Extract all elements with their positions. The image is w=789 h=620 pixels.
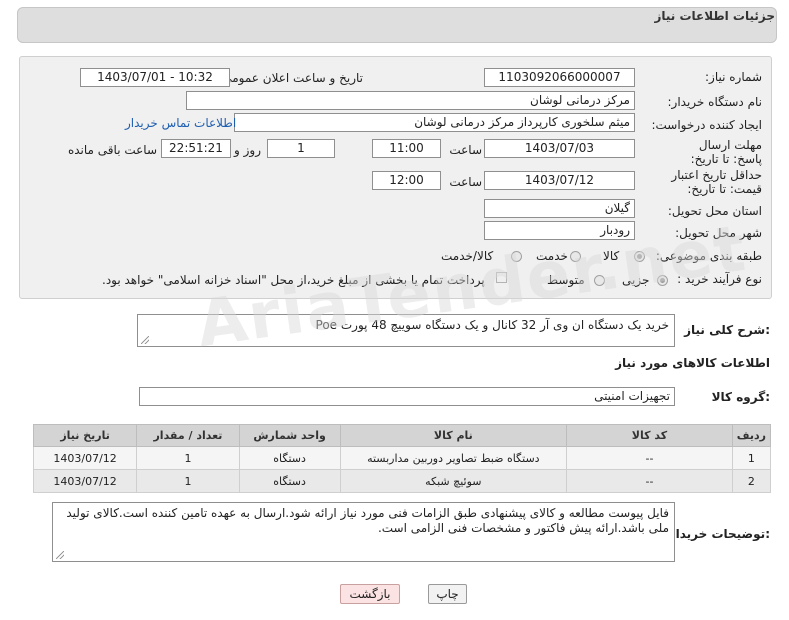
col-unit: واحد شمارش [238,424,341,447]
goods-group-field[interactable]: تجهیزات امنیتی [139,387,675,406]
back-button[interactable]: بازگشت [340,584,400,604]
process-medium-radio[interactable] [594,275,605,286]
cell-unit: دستگاه [238,469,341,493]
summary-textarea[interactable]: خرید یک دستگاه ان وی آر 32 کانال و یک دس… [137,314,675,347]
goods-group-label: گروه کالا: [711,390,770,404]
col-row-number: ردیف [731,424,772,447]
col-quantity: تعداد / مقدار [136,424,240,447]
remaining-time-label: ساعت باقی مانده [67,143,157,157]
validity-time-field[interactable]: 12:00 [372,171,441,190]
need-number-label: شماره نیاز: [705,70,762,84]
summary-text: خرید یک دستگاه ان وی آر 32 کانال و یک دس… [315,318,669,332]
resize-grip-icon[interactable] [56,551,64,559]
creator-field[interactable]: میثم سلخوری کارپرداز مرکز درمانی لوشان [234,113,635,132]
buyer-contact-link[interactable]: اطلاعات تماس خریدار [125,116,236,130]
treasury-payment-note: پرداخت تمام یا بخشی از مبلغ خرید،از محل … [102,273,485,287]
process-minor-radio[interactable] [657,275,668,286]
price-validity-label: حداقل تاریخ اعتبار قیمت: تا تاریخ: [671,168,762,196]
deadline-label: مهلت ارسال پاسخ: تا تاریخ: [690,138,762,166]
cell-item-code: -- [566,446,733,470]
category-service-radio[interactable] [570,251,581,262]
goods-table-header: تاریخ نیاز تعداد / مقدار واحد شمارش نام … [32,424,772,447]
category-service-label: خدمت [536,249,568,263]
announce-datetime-field[interactable]: 1403/07/01 - 10:32 [80,68,230,87]
buyer-notes-label: توضیحات خریدار: [668,527,770,541]
province-field[interactable]: گیلان [484,199,635,218]
validity-time-label: ساعت [449,175,482,189]
print-button[interactable]: چاپ [428,584,467,604]
col-need-date: تاریخ نیاز [32,424,138,447]
summary-label: شرح کلی نیاز: [684,323,770,337]
category-label: طبقه بندی موضوعی: [655,249,762,263]
deadline-time-label: ساعت [449,143,482,157]
buyer-notes-text: فایل پیوست مطالعه و کالای پیشنهادی طبق ا… [66,506,669,535]
col-item-name: نام کالا [339,424,568,447]
process-minor-label: جزیی [622,273,650,287]
cell-need-date: 1403/07/12 [32,446,138,470]
cell-quantity: 1 [136,469,240,493]
process-type-label: نوع فرآیند خرید : [677,272,762,286]
cell-need-date: 1403/07/12 [32,469,138,493]
deadline-date-field[interactable]: 1403/07/03 [484,139,635,158]
buyer-org-label: نام دستگاه خریدار: [667,95,763,109]
cell-item-code: -- [566,469,733,493]
cell-row-number: 2 [731,469,772,493]
cell-quantity: 1 [136,446,240,470]
days-remaining-field[interactable]: 1 [267,139,335,158]
remaining-time-field[interactable]: 22:51:21 [161,139,231,158]
process-medium-label: متوسط [547,273,585,287]
creator-label: ایجاد کننده درخواست: [651,118,762,132]
deadline-time-field[interactable]: 11:00 [372,139,441,158]
city-field[interactable]: رودبار [484,221,635,240]
table-row[interactable]: 1403/07/12 1 دستگاه دستگاه ضبط تصاویر دو… [32,446,772,470]
cell-unit: دستگاه [238,446,341,470]
resize-grip-icon[interactable] [141,336,149,344]
category-goods-radio[interactable] [634,251,645,262]
need-number-field[interactable]: 1103092066000007 [484,68,635,87]
validity-date-field[interactable]: 1403/07/12 [484,171,635,190]
buyer-notes-textarea[interactable]: فایل پیوست مطالعه و کالای پیشنهادی طبق ا… [52,502,675,562]
city-label: شهر محل تحویل: [675,226,762,240]
goods-table: تاریخ نیاز تعداد / مقدار واحد شمارش نام … [32,424,772,493]
days-label: روز و [234,143,261,157]
category-goods-service-label: کالا/خدمت [441,249,494,263]
cell-item-name: سوئیچ شبکه [339,469,568,493]
category-goods-label: کالا [603,249,620,263]
announce-label: تاریخ و ساعت اعلان عمومی: [218,71,363,85]
category-goods-service-radio[interactable] [511,251,522,262]
col-item-code: کد کالا [566,424,733,447]
page-title: جزئیات اطلاعات نیاز [654,9,775,23]
buyer-org-field[interactable]: مرکز درمانی لوشان [186,91,635,110]
province-label: استان محل تحویل: [667,204,762,218]
goods-section-title: اطلاعات کالاهای مورد نیاز [615,356,770,370]
cell-item-name: دستگاه ضبط تصاویر دوربین مداربسته [339,446,568,470]
table-row[interactable]: 1403/07/12 1 دستگاه سوئیچ شبکه -- 2 [32,469,772,493]
cell-row-number: 1 [731,446,772,470]
treasury-payment-checkbox[interactable] [496,272,507,283]
